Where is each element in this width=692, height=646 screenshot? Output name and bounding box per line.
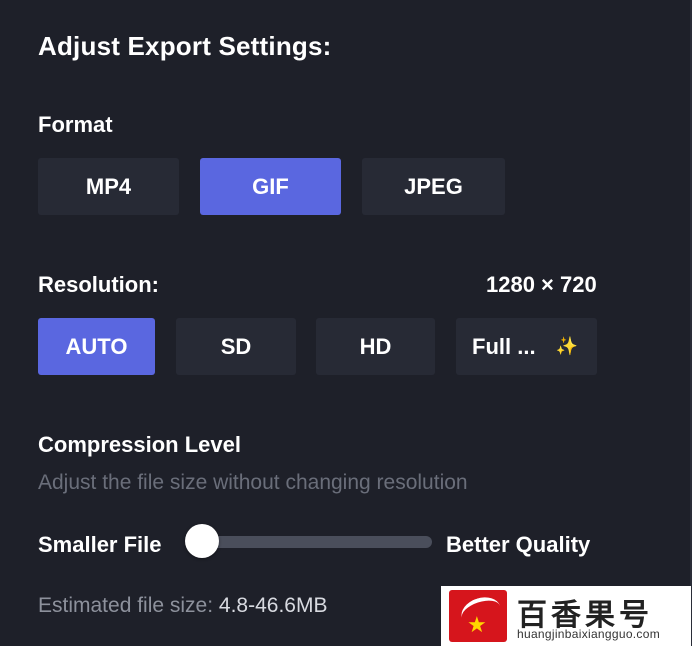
sparkles-icon: ✨ xyxy=(555,336,578,356)
logo-star-icon: ★ xyxy=(467,612,487,637)
format-gif-button[interactable]: GIF xyxy=(200,158,341,215)
resolution-hd-button[interactable]: HD xyxy=(316,318,435,375)
resolution-sd-button[interactable]: SD xyxy=(176,318,296,375)
resolution-full-label: Full ... xyxy=(472,333,536,359)
watermark-logo-icon: ★ xyxy=(449,590,507,642)
compression-description: Adjust the file size without changing re… xyxy=(38,471,468,494)
estimated-size-label: Estimated file size: xyxy=(38,594,214,617)
resolution-value: 1280 × 720 xyxy=(486,272,597,297)
resolution-auto-button[interactable]: AUTO xyxy=(38,318,155,375)
watermark: ★ 百香果号 huangjinbaixiangguo.com xyxy=(441,586,691,646)
slider-min-label: Smaller File xyxy=(38,532,162,557)
watermark-url: huangjinbaixiangguo.com xyxy=(517,627,661,641)
export-settings-panel: Adjust Export Settings: Format MP4 GIF J… xyxy=(0,0,692,646)
slider-max-label: Better Quality xyxy=(446,532,591,557)
panel-title: Adjust Export Settings: xyxy=(38,31,332,61)
format-label: Format xyxy=(38,112,113,137)
resolution-label: Resolution: xyxy=(38,272,159,297)
estimated-size: Estimated file size: 4.8-46.6MB xyxy=(38,594,327,618)
format-jpeg-button[interactable]: JPEG xyxy=(362,158,505,215)
format-mp4-button[interactable]: MP4 xyxy=(38,158,179,215)
resolution-full-button[interactable]: Full ... ✨ xyxy=(456,318,597,375)
compression-slider-track[interactable] xyxy=(195,536,432,548)
estimated-size-value: 4.8-46.6MB xyxy=(218,594,328,617)
compression-label: Compression Level xyxy=(38,432,241,457)
compression-slider-thumb[interactable] xyxy=(185,524,219,558)
